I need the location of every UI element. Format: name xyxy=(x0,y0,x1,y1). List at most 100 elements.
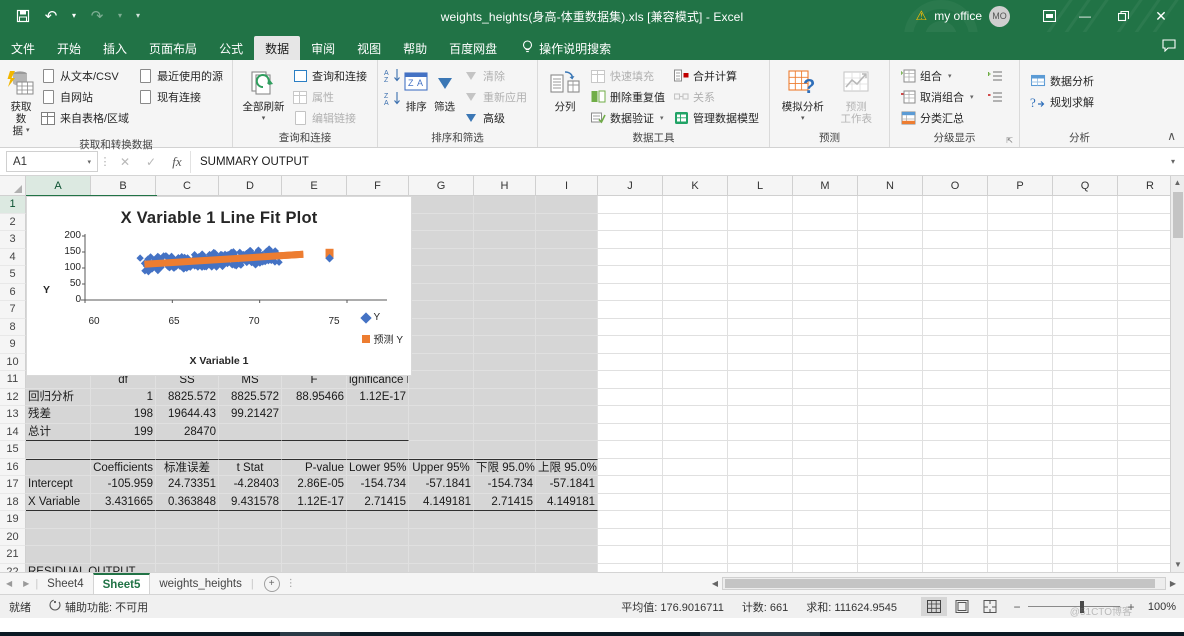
cell-K19[interactable] xyxy=(663,511,728,529)
cell-P9[interactable] xyxy=(988,336,1053,354)
cell-Q2[interactable] xyxy=(1053,213,1118,231)
cell-J15[interactable] xyxy=(598,441,663,459)
cell-H5[interactable] xyxy=(474,266,536,284)
cell-J21[interactable] xyxy=(598,546,663,564)
consolidate-button[interactable]: 合并计算 xyxy=(669,66,763,86)
cell-N4[interactable] xyxy=(858,248,923,266)
cell-P20[interactable] xyxy=(988,528,1053,546)
cell-G11[interactable] xyxy=(409,371,474,389)
cell-K12[interactable] xyxy=(663,388,728,406)
cell-K2[interactable] xyxy=(663,213,728,231)
row-header-8[interactable]: 8 xyxy=(0,318,26,336)
chevron-down-icon[interactable]: ▾ xyxy=(660,114,664,122)
formula-input[interactable]: SUMMARY OUTPUT xyxy=(190,150,1164,173)
row-header-7[interactable]: 7 xyxy=(0,301,26,319)
cell-K22[interactable] xyxy=(663,563,728,572)
row-header-19[interactable]: 19 xyxy=(0,511,26,529)
cell-Q15[interactable] xyxy=(1053,441,1118,459)
column-header-F[interactable]: F xyxy=(347,176,409,195)
cell-H2[interactable] xyxy=(474,213,536,231)
cell-M10[interactable] xyxy=(793,353,858,371)
cell-K14[interactable] xyxy=(663,423,728,441)
row-header-14[interactable]: 14 xyxy=(0,423,26,441)
cell-B12[interactable]: 1 xyxy=(91,388,156,406)
cell-O6[interactable] xyxy=(923,283,988,301)
cell-Q12[interactable] xyxy=(1053,388,1118,406)
cell-K18[interactable] xyxy=(663,493,728,511)
redo-dropdown-icon[interactable]: ▾ xyxy=(112,4,128,28)
sheet-tab-weights-heights[interactable]: weights_heights xyxy=(150,573,250,594)
cell-J7[interactable] xyxy=(598,301,663,319)
cell-P16[interactable] xyxy=(988,458,1053,476)
cell-M1[interactable] xyxy=(793,196,858,214)
vertical-scrollbar[interactable]: ▲ ▼ xyxy=(1170,176,1184,572)
cell-M15[interactable] xyxy=(793,441,858,459)
cell-F18[interactable]: 2.71415 xyxy=(347,493,409,511)
cell-C22[interactable] xyxy=(156,563,219,572)
column-header-Q[interactable]: Q xyxy=(1053,176,1118,195)
cell-M16[interactable] xyxy=(793,458,858,476)
cell-M7[interactable] xyxy=(793,301,858,319)
insert-function-icon[interactable]: fx xyxy=(164,154,190,170)
cell-H12[interactable] xyxy=(474,388,536,406)
cell-I15[interactable] xyxy=(536,441,598,459)
cell-J16[interactable] xyxy=(598,458,663,476)
cell-L22[interactable] xyxy=(728,563,793,572)
cell-P2[interactable] xyxy=(988,213,1053,231)
cell-H21[interactable] xyxy=(474,546,536,564)
cell-G1[interactable] xyxy=(409,196,474,214)
chevron-down-icon[interactable]: ▾ xyxy=(948,72,952,80)
cell-K13[interactable] xyxy=(663,406,728,424)
cell-L4[interactable] xyxy=(728,248,793,266)
advanced-filter-button[interactable]: 高级 xyxy=(459,108,531,128)
chart-object[interactable]: X Variable 1 Line Fit Plot Y 200 150 100… xyxy=(26,196,412,376)
cell-A22[interactable]: RESIDUAL OUTPUT xyxy=(26,563,156,572)
cell-K9[interactable] xyxy=(663,336,728,354)
cell-H18[interactable]: 2.71415 xyxy=(474,493,536,511)
cell-I5[interactable] xyxy=(536,266,598,284)
cell-Q22[interactable] xyxy=(1053,563,1118,572)
cell-H4[interactable] xyxy=(474,248,536,266)
ribbon-display-options-icon[interactable] xyxy=(1032,0,1066,32)
cell-I22[interactable] xyxy=(536,563,598,572)
from-table-range-button[interactable]: 来自表格/区域 xyxy=(36,108,133,128)
cell-D15[interactable] xyxy=(219,441,282,459)
account-name[interactable]: my office xyxy=(934,9,982,23)
cell-E22[interactable] xyxy=(282,563,347,572)
cell-G22[interactable] xyxy=(409,563,474,572)
redo-icon[interactable]: ↷ xyxy=(84,4,110,28)
cell-D16[interactable]: t Stat xyxy=(219,458,282,476)
tab-data[interactable]: 数据 xyxy=(254,36,301,60)
comments-icon[interactable] xyxy=(1162,39,1176,55)
cell-M14[interactable] xyxy=(793,423,858,441)
cell-P13[interactable] xyxy=(988,406,1053,424)
cell-M9[interactable] xyxy=(793,336,858,354)
cell-J9[interactable] xyxy=(598,336,663,354)
expand-formula-bar-icon[interactable]: ▾ xyxy=(1164,157,1182,166)
cell-M5[interactable] xyxy=(793,266,858,284)
cell-B16[interactable]: Coefficients xyxy=(91,458,156,476)
cell-J19[interactable] xyxy=(598,511,663,529)
cell-Q20[interactable] xyxy=(1053,528,1118,546)
cell-N20[interactable] xyxy=(858,528,923,546)
cell-O14[interactable] xyxy=(923,423,988,441)
cell-Q7[interactable] xyxy=(1053,301,1118,319)
cell-D20[interactable] xyxy=(219,528,282,546)
tab-insert[interactable]: 插入 xyxy=(92,36,138,60)
row-header-18[interactable]: 18 xyxy=(0,493,26,511)
cell-K7[interactable] xyxy=(663,301,728,319)
cell-Q3[interactable] xyxy=(1053,231,1118,249)
cell-O10[interactable] xyxy=(923,353,988,371)
cell-J5[interactable] xyxy=(598,266,663,284)
horizontal-scroll-thumb[interactable] xyxy=(725,579,1155,588)
cell-M17[interactable] xyxy=(793,476,858,494)
row-header-9[interactable]: 9 xyxy=(0,336,26,354)
cell-Q10[interactable] xyxy=(1053,353,1118,371)
scroll-down-button[interactable]: ▼ xyxy=(1171,558,1184,572)
cell-K16[interactable] xyxy=(663,458,728,476)
cell-N16[interactable] xyxy=(858,458,923,476)
tab-page-layout[interactable]: 页面布局 xyxy=(138,36,208,60)
column-header-K[interactable]: K xyxy=(663,176,728,195)
confirm-edit-icon[interactable]: ✓ xyxy=(138,155,164,169)
filter-button[interactable]: 筛选 xyxy=(430,65,459,113)
